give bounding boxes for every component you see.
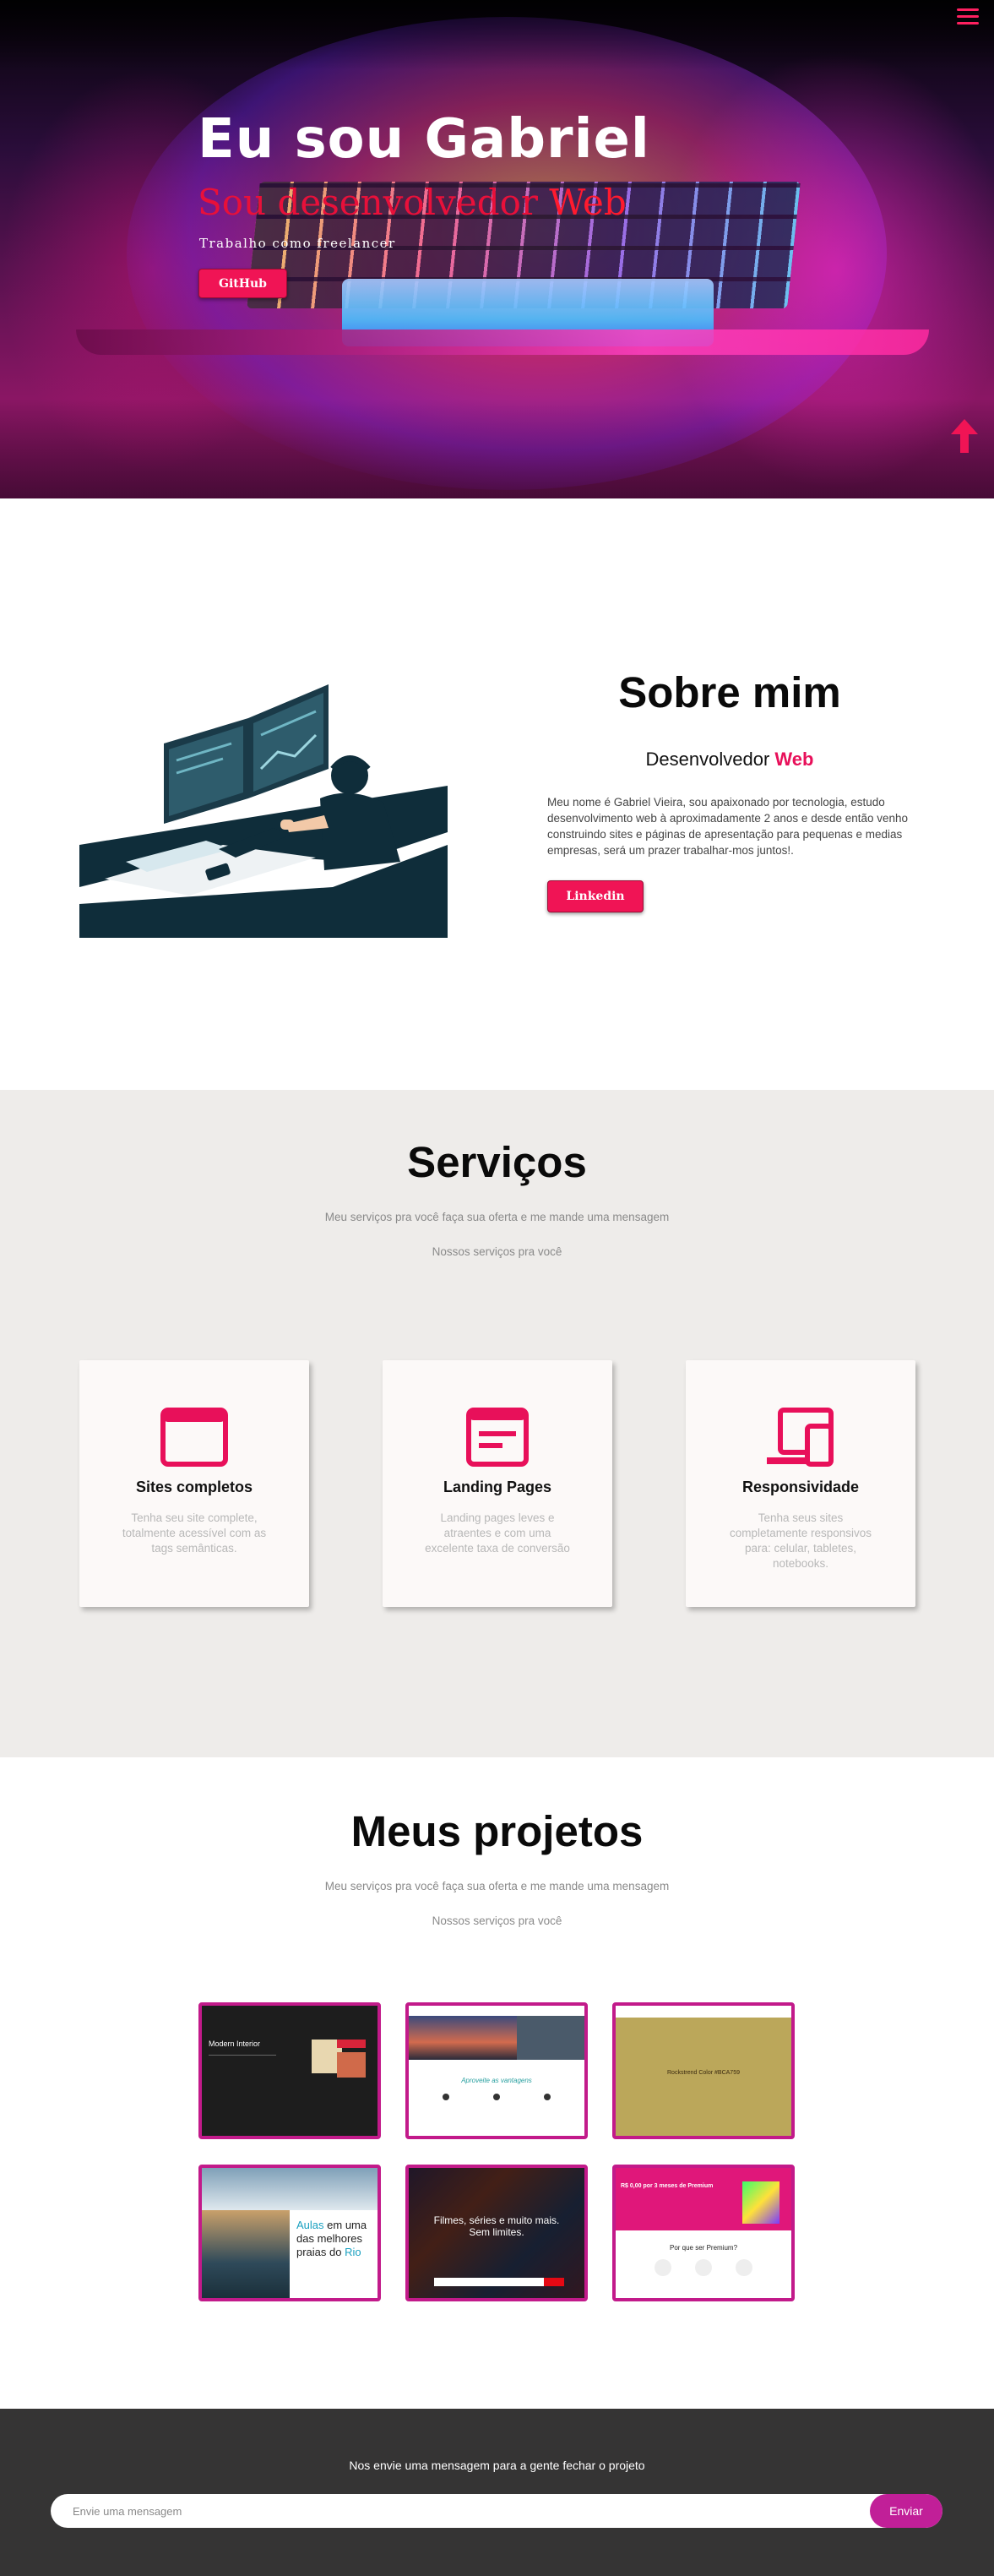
about-title: Sobre mim: [618, 668, 841, 716]
footer-text: Nos envie uma mensagem para a gente fech…: [349, 2459, 645, 2472]
project-caption: Rockstrend Color #BCA759: [667, 2070, 740, 2076]
document-icon: [466, 1408, 529, 1467]
hero-tagline: Trabalho como freelancer: [199, 236, 396, 251]
services-subtitle-2: Nossos serviços pra você: [432, 1245, 562, 1258]
project-caption-2: Por que ser Premium?: [669, 2244, 738, 2252]
service-card-title: Landing Pages: [443, 1479, 552, 1495]
service-card-text: Tenha seu site complete, totalmente aces…: [122, 1511, 267, 1555]
project-thumbnail[interactable]: Aulas em uma das melhores praias do Rio: [198, 2165, 381, 2301]
projects-title: Meus projetos: [350, 1807, 644, 1855]
project-thumbnail[interactable]: Aproveite as vantagens: [405, 2002, 588, 2139]
arrow-up-icon[interactable]: [951, 419, 978, 453]
project-caption: R$ 0,00 por 3 meses de Premium: [621, 2183, 714, 2189]
about-role: Desenvolvedor Web: [547, 749, 912, 771]
service-card-text: Tenha seus sites completamente responsiv…: [729, 1511, 872, 1570]
about-role-accent: Web: [774, 749, 814, 770]
project-thumbnail[interactable]: Rockstrend Color #BCA759: [612, 2002, 795, 2139]
projects-subtitle: Meu serviços pra você faça sua oferta e …: [324, 1880, 670, 1893]
linkedin-button[interactable]: Linkedin: [547, 880, 644, 912]
send-button[interactable]: Enviar: [870, 2494, 942, 2528]
project-thumbnail[interactable]: Modern Interior: [198, 2002, 381, 2139]
service-card-text: Landing pages leves e atraentes e com um…: [425, 1511, 570, 1555]
about-role-prefix: Desenvolvedor: [645, 749, 775, 770]
hero-subtitle-accent: Web: [549, 182, 627, 223]
browser-window-icon: [160, 1408, 228, 1467]
devices-icon: [767, 1408, 834, 1467]
service-card: Landing Pages Landing pages leves e atra…: [383, 1360, 612, 1607]
hero-subtitle-prefix: Sou desenvolvedor: [198, 182, 550, 223]
project-thumbnail[interactable]: Filmes, séries e muito mais. Sem limites…: [405, 2165, 588, 2301]
developer-illustration: [79, 651, 448, 938]
service-card-title: Sites completos: [135, 1479, 253, 1495]
project-caption: Filmes, séries e muito mais. Sem limites…: [433, 2214, 560, 2238]
projects-subtitle-2: Nossos serviços pra você: [432, 1914, 562, 1927]
services-subtitle: Meu serviços pra você faça sua oferta e …: [324, 1211, 670, 1223]
service-card: Responsividade Tenha seus sites completa…: [686, 1360, 915, 1607]
menu-icon[interactable]: [957, 8, 979, 27]
project-caption: Aulas em uma das melhores praias do Rio: [296, 2219, 367, 2258]
about-text: Meu nome é Gabriel Vieira, sou apaixonad…: [547, 796, 909, 857]
project-thumbnail[interactable]: R$ 0,00 por 3 meses de Premium Por que s…: [612, 2165, 795, 2301]
service-card: Sites completos Tenha seu site complete,…: [79, 1360, 309, 1607]
github-button[interactable]: GitHub: [198, 269, 287, 298]
hero-subtitle: Sou desenvolvedor Web: [198, 182, 627, 223]
footer: [0, 2409, 994, 2576]
hero-title: Eu sou Gabriel: [198, 108, 650, 171]
services-title: Serviços: [407, 1138, 587, 1186]
project-caption: Aproveite as vantagens: [461, 2077, 532, 2084]
hero-section: [0, 0, 994, 498]
message-input[interactable]: [51, 2494, 942, 2528]
project-caption: Modern Interior: [209, 2040, 261, 2048]
service-card-title: Responsividade: [741, 1479, 860, 1495]
